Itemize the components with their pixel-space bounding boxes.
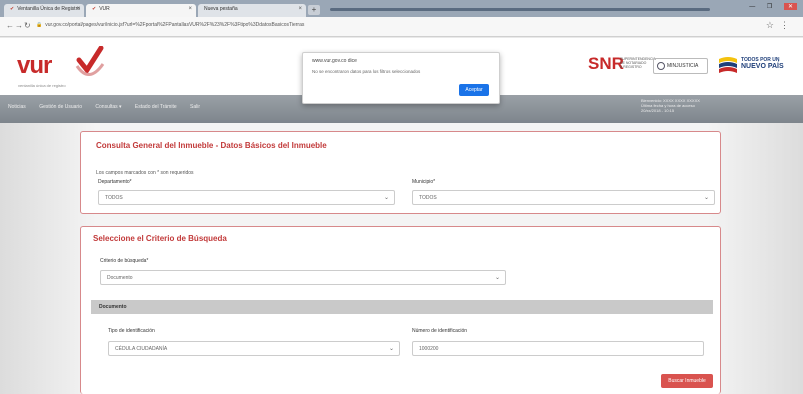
numero-identificacion-label: Número de identificación bbox=[412, 328, 468, 334]
criterio-select[interactable]: Documento ⌄ bbox=[100, 270, 506, 285]
tab-label: VUR bbox=[99, 6, 110, 12]
tab-strip-divider bbox=[330, 8, 710, 11]
nav-item-gestion-usuario[interactable]: Gestión de Usuario bbox=[39, 104, 82, 110]
departamento-label: Departamento* bbox=[98, 179, 132, 185]
user-line: 20/xx/2018 - 10:15 bbox=[641, 108, 675, 113]
seal-icon bbox=[657, 62, 665, 70]
star-icon[interactable]: ☆ bbox=[766, 20, 780, 30]
back-icon[interactable]: ← bbox=[6, 21, 14, 30]
chevron-down-icon: ⌄ bbox=[703, 195, 709, 201]
panel-title: Consulta General del Inmueble - Datos Bá… bbox=[96, 141, 327, 150]
forward-icon[interactable]: → bbox=[15, 21, 23, 30]
vur-favicon-icon: ✔ bbox=[92, 6, 97, 12]
todos-text: TODOS POR UN NUEVO PAÍS bbox=[741, 57, 784, 71]
numero-identificacion-input[interactable]: 1000200 bbox=[412, 341, 704, 356]
vur-logo[interactable]: vur ventanilla única de registro bbox=[17, 46, 105, 88]
window-controls[interactable]: — ❐ ✕ bbox=[749, 3, 797, 10]
section-title: Documento bbox=[99, 304, 127, 310]
url-text: vur.gov.co/portal/pages/vur/inicio.jsf?u… bbox=[45, 22, 305, 28]
select-value: Documento bbox=[107, 275, 133, 281]
departamento-select[interactable]: TODOS ⌄ bbox=[98, 190, 395, 205]
browser-tab[interactable]: Nueva pestaña × bbox=[198, 4, 306, 17]
browser-tab-bar: ✔ Ventanilla Única de Registro × ✔ VUR × N… bbox=[0, 0, 803, 17]
panel-title: Seleccione el Criterio de Búsqueda bbox=[93, 234, 227, 243]
alert-ok-button[interactable]: Aceptar bbox=[459, 84, 489, 96]
buscar-inmueble-button[interactable]: Buscar Inmueble bbox=[661, 374, 713, 388]
alert-origin: www.vur.gov.co dice bbox=[312, 58, 357, 64]
address-bar: ← → ↻ 🔒 vur.gov.co/portal/pages/vur/inici… bbox=[0, 17, 803, 37]
nav-menu: Noticias Gestión de Usuario Consultas ▾ … bbox=[8, 104, 212, 110]
flag-wave-icon bbox=[719, 57, 737, 73]
logo-text: vur bbox=[17, 52, 52, 79]
tipo-identificacion-label: Tipo de identificación bbox=[108, 328, 155, 334]
menu-icon[interactable]: ⋮ bbox=[780, 20, 795, 30]
required-hint: Los campos marcados con * son requeridos bbox=[96, 170, 194, 176]
logo-subtitle: ventanilla única de registro bbox=[18, 83, 66, 88]
tab-label: Nueva pestaña bbox=[204, 6, 238, 12]
nav-item-consultas[interactable]: Consultas ▾ bbox=[95, 104, 121, 110]
chevron-down-icon: ⌄ bbox=[383, 195, 389, 201]
url-field[interactable]: 🔒 vur.gov.co/portal/pages/vur/inicio.jsf?… bbox=[36, 22, 304, 28]
select-value: CÉDULA CIUDADANÍA bbox=[115, 346, 168, 352]
tab-label: Ventanilla Única de Registro bbox=[17, 6, 81, 12]
criterio-busqueda-panel: Seleccione el Criterio de Búsqueda Crite… bbox=[80, 226, 721, 394]
vur-favicon-icon: ✔ bbox=[10, 6, 15, 12]
input-value: 1000200 bbox=[419, 346, 439, 352]
reload-icon[interactable]: ↻ bbox=[24, 21, 31, 30]
snr-subtitle: SUPERINTENDENCIA DE NOTARIADO & REGISTRO bbox=[620, 57, 656, 69]
toolbar-icons: ☆⋮ bbox=[766, 20, 795, 31]
select-value: TODOS bbox=[419, 195, 437, 201]
municipio-select[interactable]: TODOS ⌄ bbox=[412, 190, 715, 205]
minjusticia-logo: MINJUSTICIA bbox=[653, 58, 708, 74]
browser-tab-active[interactable]: ✔ VUR × bbox=[86, 4, 196, 17]
alert-message: No se encontraron datos para los filtros… bbox=[312, 69, 421, 74]
nav-item-salir[interactable]: Salir bbox=[190, 104, 200, 110]
snr-logo: SNR bbox=[588, 54, 624, 73]
minjusticia-text: MINJUSTICIA bbox=[667, 63, 699, 69]
documento-section-header: Documento bbox=[91, 300, 713, 314]
lock-icon: 🔒 bbox=[36, 22, 43, 28]
chevron-down-icon: ⌄ bbox=[494, 275, 500, 281]
datos-basicos-panel: Consulta General del Inmueble - Datos Bá… bbox=[80, 131, 721, 214]
alert-dialog: www.vur.gov.co dice No se encontraron da… bbox=[302, 52, 500, 104]
window-min-max[interactable]: — ❐ bbox=[749, 4, 777, 10]
snr-line: & REGISTRO bbox=[620, 65, 642, 69]
todos-line: NUEVO PAÍS bbox=[741, 63, 784, 70]
user-info: Bienvenido: XXXX XXXX XXXXX Última fecha… bbox=[641, 98, 791, 113]
nav-item-noticias[interactable]: Noticias bbox=[8, 104, 26, 110]
vur-check-icon bbox=[75, 46, 105, 76]
tipo-identificacion-select[interactable]: CÉDULA CIUDADANÍA ⌄ bbox=[108, 341, 400, 356]
tab-close-icon[interactable]: × bbox=[188, 6, 192, 12]
new-tab-button[interactable]: + bbox=[308, 5, 320, 15]
window-close-button[interactable]: ✕ bbox=[783, 3, 797, 10]
chevron-down-icon: ⌄ bbox=[388, 346, 394, 352]
select-value: TODOS bbox=[105, 195, 123, 201]
tab-close-icon[interactable]: × bbox=[298, 6, 302, 12]
municipio-label: Municipio* bbox=[412, 179, 436, 185]
browser-tab[interactable]: ✔ Ventanilla Única de Registro × bbox=[4, 4, 84, 17]
tab-close-icon[interactable]: × bbox=[76, 6, 80, 12]
nav-item-estado-tramite[interactable]: Estado del Trámite bbox=[135, 104, 177, 110]
todos-por-un-nuevo-pais-logo: TODOS POR UN NUEVO PAÍS bbox=[717, 54, 795, 78]
criterio-label: Criterio de búsqueda* bbox=[100, 258, 149, 264]
